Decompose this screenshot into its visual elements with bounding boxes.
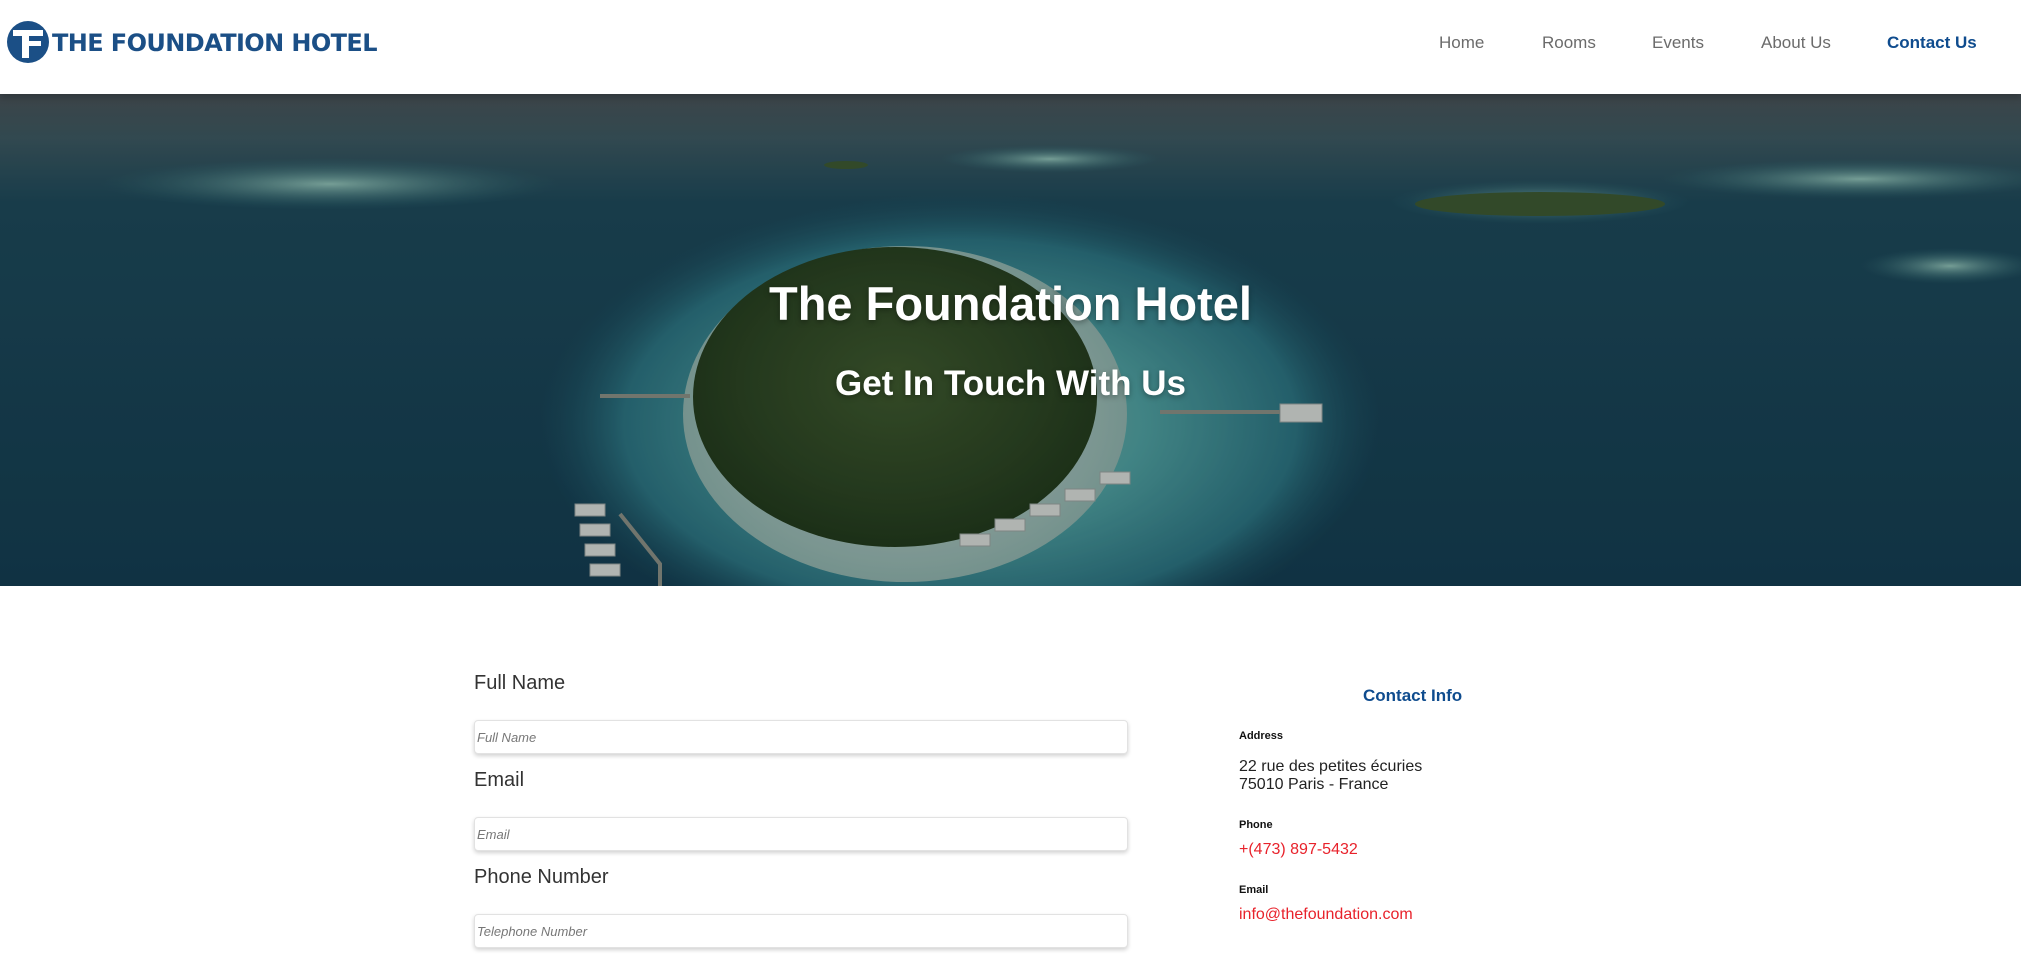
- nav-home[interactable]: Home: [1439, 33, 1484, 53]
- logo-tf-icon: [6, 20, 50, 64]
- email-label: Email: [474, 769, 525, 791]
- site-logo[interactable]: THE FOUNDATION HOTEL: [6, 19, 378, 65]
- phone-number-label: Phone Number: [474, 866, 609, 888]
- hero-banner: The Foundation Hotel Get In Touch With U…: [0, 94, 2021, 586]
- address-line-2: 75010 Paris - France: [1239, 776, 1389, 793]
- hero-island-image: [0, 94, 2021, 586]
- email-link[interactable]: info@thefoundation.com: [1239, 906, 1413, 924]
- phone-link[interactable]: +(473) 897-5432: [1239, 841, 1358, 859]
- phone-label: Phone: [1239, 819, 1273, 831]
- hero-title: The Foundation Hotel: [769, 277, 1252, 330]
- contact-info-heading: Contact Info: [1363, 686, 1463, 705]
- full-name-label: Full Name: [474, 672, 566, 694]
- email-input[interactable]: [474, 817, 1128, 851]
- phone-number-input[interactable]: [474, 914, 1128, 948]
- logo-text: THE FOUNDATION HOTEL: [52, 29, 378, 57]
- address-label: Address: [1239, 730, 1284, 742]
- address-line-1: 22 rue des petites écuries: [1239, 758, 1423, 775]
- nav-rooms[interactable]: Rooms: [1542, 33, 1596, 53]
- nav-about-us[interactable]: About Us: [1761, 33, 1831, 53]
- full-name-input[interactable]: [474, 720, 1128, 754]
- nav-events[interactable]: Events: [1652, 33, 1704, 53]
- top-navbar: THE FOUNDATION HOTEL Home Rooms Events A…: [0, 0, 2021, 94]
- email-info-label: Email: [1239, 884, 1269, 896]
- hero-subtitle: Get In Touch With Us: [835, 364, 1186, 403]
- nav-contact-us[interactable]: Contact Us: [1887, 33, 1977, 53]
